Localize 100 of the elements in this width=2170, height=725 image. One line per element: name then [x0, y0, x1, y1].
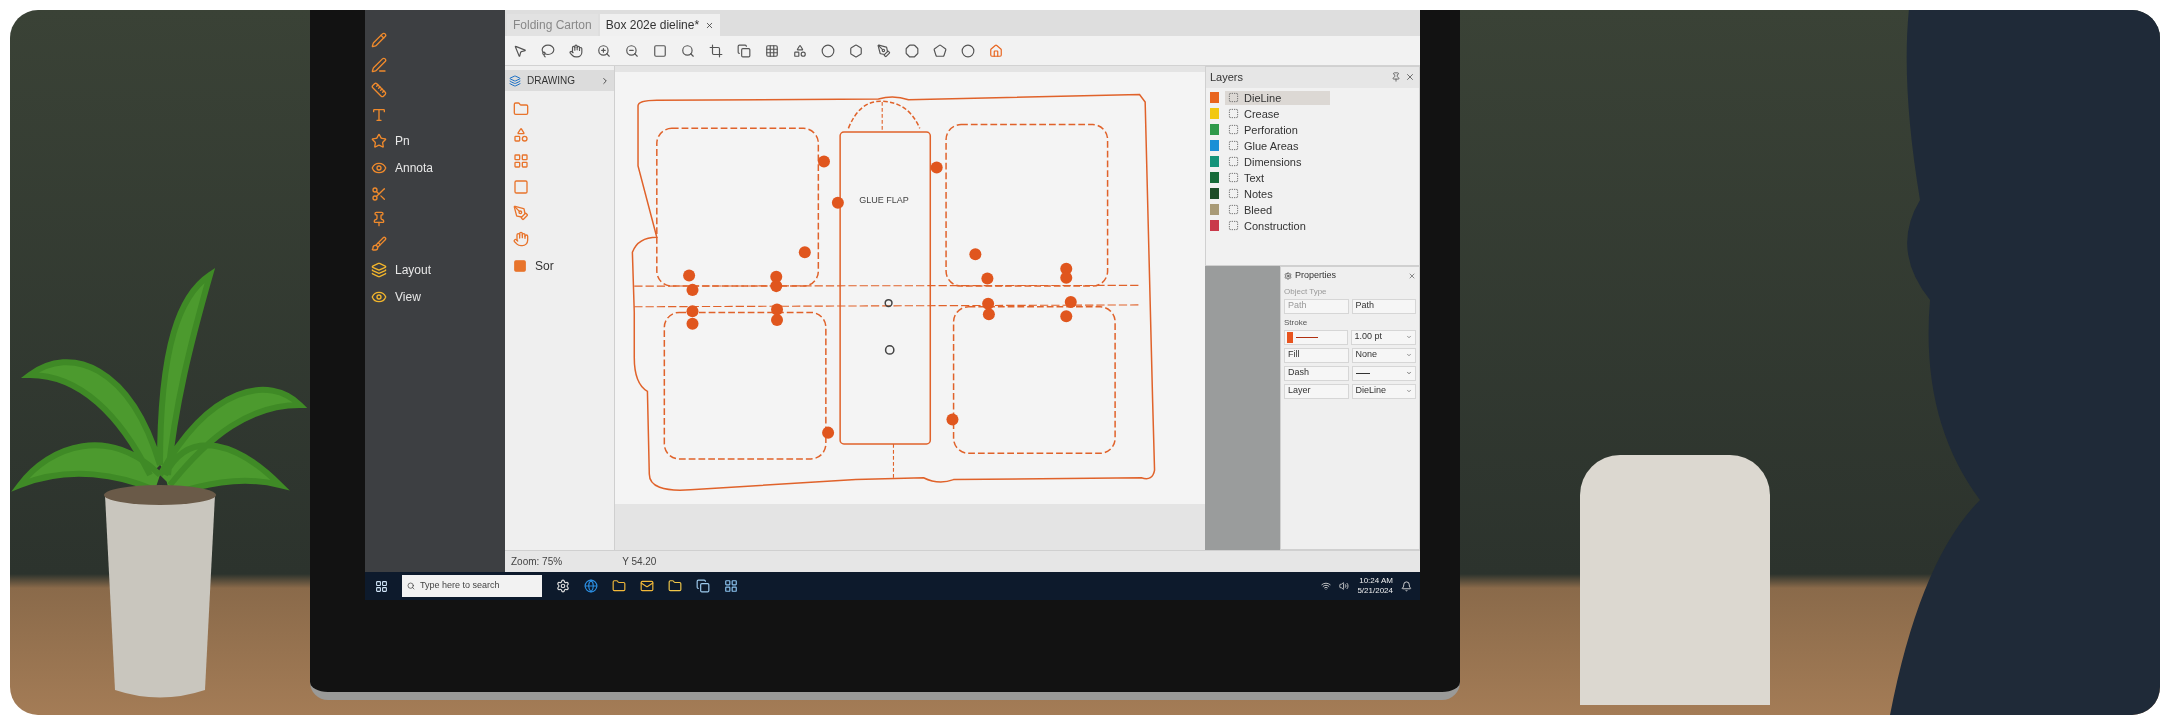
shapes-icon[interactable] — [793, 43, 807, 58]
dash-style-field[interactable] — [1351, 365, 1416, 381]
square-icon[interactable] — [653, 43, 667, 58]
chevron-down-icon — [1406, 334, 1412, 340]
square-icon — [513, 259, 527, 273]
layer-row[interactable]: Bleed — [1225, 202, 1330, 217]
hand-icon[interactable] — [569, 43, 583, 58]
layer-row[interactable]: DieLine — [1225, 90, 1330, 105]
pen-tool-icon[interactable] — [877, 43, 891, 58]
layer-icon — [1228, 188, 1239, 199]
brush-icon[interactable] — [371, 236, 387, 252]
close-icon[interactable] — [705, 20, 715, 30]
layer-icon — [1228, 92, 1239, 103]
home-icon[interactable] — [989, 43, 1003, 58]
dropdown-field[interactable]: Dash — [1284, 365, 1349, 381]
layers-icon — [509, 74, 521, 87]
layer-row[interactable]: Construction — [1225, 218, 1330, 233]
layer-icon — [1228, 220, 1239, 231]
panel-title: Layers — [1210, 70, 1244, 85]
pencil-icon[interactable] — [371, 32, 387, 48]
search-input[interactable]: Type here to search — [420, 579, 537, 593]
crop-icon[interactable] — [709, 43, 723, 58]
layer-icon — [1228, 108, 1239, 119]
field-label: Object Type — [1284, 285, 1328, 298]
grid-icon[interactable] — [765, 43, 779, 58]
layer-icon — [1228, 140, 1239, 151]
window-icon[interactable] — [696, 579, 710, 593]
glue-flap-label: GLUE FLAP — [859, 195, 909, 206]
layer-icon — [1228, 156, 1239, 167]
start-icon[interactable] — [375, 579, 388, 593]
sidebar-item[interactable]: Pn — [371, 132, 505, 150]
settings-icon — [1284, 271, 1292, 280]
layer-icon — [1228, 124, 1239, 135]
sidebar-item[interactable]: Annota — [371, 159, 505, 177]
chevron-right-icon — [600, 75, 610, 86]
dropdown-field[interactable]: Path — [1351, 298, 1416, 314]
notification-icon[interactable] — [1401, 580, 1412, 592]
grid-icon[interactable] — [513, 153, 529, 169]
sidebar-item[interactable]: Layout — [371, 261, 505, 279]
zoom-out-icon[interactable] — [625, 43, 639, 58]
star-icon — [371, 133, 387, 149]
dropdown-field[interactable]: None — [1351, 347, 1416, 363]
shapes-icon[interactable] — [513, 127, 529, 143]
document-tab[interactable]: Box 202e dieline* — [599, 14, 721, 36]
layer-row[interactable]: Crease — [1225, 106, 1330, 121]
dropdown-field[interactable]: Layer — [1284, 383, 1349, 399]
circle-icon[interactable] — [821, 43, 835, 58]
layer-row[interactable]: Dimensions — [1225, 154, 1330, 169]
layer-icon — [1228, 204, 1239, 215]
zoom-level: Zoom: 75% — [511, 555, 563, 569]
layer-row[interactable]: Notes — [1225, 186, 1330, 201]
stroke-swatch — [1287, 331, 1293, 343]
folder-icon[interactable] — [612, 579, 626, 593]
pentagon-icon[interactable] — [933, 43, 947, 58]
browser-icon[interactable] — [584, 579, 598, 593]
close-icon[interactable] — [1405, 72, 1415, 83]
stroke-picker[interactable] — [1284, 329, 1348, 345]
hexagon-icon[interactable] — [849, 43, 863, 58]
scissors-icon[interactable] — [371, 186, 387, 202]
search-icon — [407, 581, 415, 591]
stroke-line — [1296, 336, 1318, 338]
wifi-icon[interactable] — [1321, 581, 1332, 591]
layer-row[interactable]: Glue Areas — [1225, 138, 1330, 153]
mail-icon[interactable] — [640, 579, 654, 593]
copy-icon[interactable] — [737, 43, 751, 58]
pin-icon[interactable] — [1391, 72, 1401, 83]
chevron-down-icon — [1406, 370, 1412, 376]
close-icon[interactable] — [1408, 271, 1416, 280]
settings-icon[interactable] — [556, 579, 570, 593]
taskbar-search-field[interactable]: Type here to search — [402, 575, 542, 597]
search-icon[interactable] — [681, 43, 695, 58]
chevron-down-icon — [1406, 352, 1412, 358]
text-icon[interactable] — [371, 107, 387, 123]
layer-row[interactable]: Text — [1225, 170, 1330, 185]
panel-header[interactable]: DRAWING — [505, 70, 614, 91]
app-icon[interactable] — [724, 579, 738, 593]
clock-date: 5/21/2024 — [1357, 586, 1393, 596]
panel-item[interactable]: Sor — [505, 257, 614, 275]
dropdown-field[interactable]: DieLine — [1351, 383, 1416, 399]
pin-icon[interactable] — [371, 211, 387, 227]
speaker-icon[interactable] — [1339, 581, 1350, 591]
cursor-coordinate: Y 54.20 — [622, 555, 657, 569]
circle-icon[interactable] — [961, 43, 975, 58]
clock-time: 10:24 AM — [1359, 576, 1393, 586]
dropdown-field[interactable]: 1.00 pt — [1350, 329, 1416, 345]
layer-row[interactable]: Perforation — [1225, 122, 1330, 137]
eye-icon — [371, 160, 387, 176]
sidebar-item[interactable]: View — [371, 288, 505, 306]
lasso-icon[interactable] — [541, 43, 555, 58]
octagon-icon[interactable] — [905, 43, 919, 58]
ruler-icon[interactable] — [371, 82, 387, 98]
layers-icon — [371, 262, 387, 278]
layer-icon — [1228, 172, 1239, 183]
pen-icon[interactable] — [371, 57, 387, 73]
zoom-in-icon[interactable] — [597, 43, 611, 58]
folder-icon[interactable] — [668, 579, 682, 593]
panel-title: DRAWING — [527, 74, 575, 88]
dropdown-field[interactable]: Fill — [1284, 347, 1349, 363]
eye-icon — [371, 289, 387, 305]
pointer-icon[interactable] — [513, 43, 527, 58]
